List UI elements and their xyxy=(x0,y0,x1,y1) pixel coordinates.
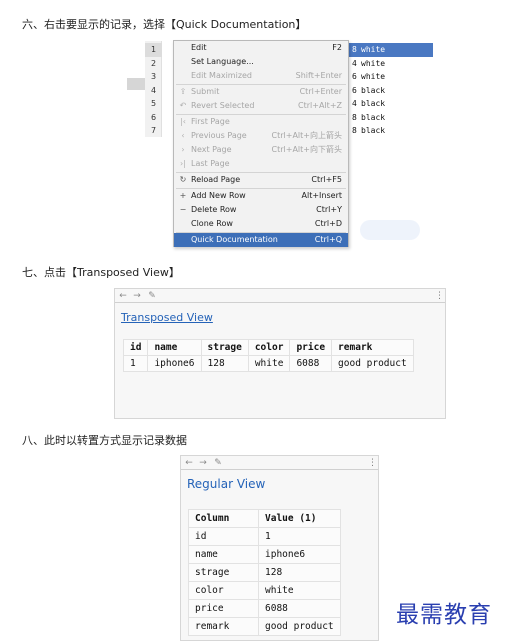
row-number: 7 xyxy=(150,126,157,135)
regular-view-link[interactable]: Regular View xyxy=(187,477,265,491)
table-row: remark good product xyxy=(188,617,341,636)
menu-item-set-language[interactable]: Set Language... xyxy=(174,55,348,69)
table-cell: color xyxy=(188,581,259,600)
more-options-icon[interactable]: ⋮ xyxy=(435,289,444,303)
row-cells[interactable]: 6 black xyxy=(349,84,433,98)
menu-item-quick-documentation[interactable]: Quick Documentation Ctrl+Q xyxy=(174,233,348,247)
table-header-row: id name strage color price remark xyxy=(122,339,414,356)
menu-item-submit[interactable]: ⇪ Submit Ctrl+Enter xyxy=(174,85,348,99)
row-cells[interactable]: 8 white xyxy=(349,43,433,57)
brand-watermark: 最需教育 xyxy=(396,602,492,628)
row-number: 3 xyxy=(150,72,157,81)
prev-page-icon: ‹ xyxy=(181,131,185,140)
table-cell: 1 xyxy=(258,527,341,546)
menu-item-clone-row[interactable]: Clone Row Ctrl+D xyxy=(174,217,348,231)
last-page-icon: ›| xyxy=(180,159,186,168)
row-cells[interactable]: 6 white xyxy=(349,70,433,84)
row-number: 2 xyxy=(150,58,157,68)
column-header: id xyxy=(122,339,149,356)
edit-icon[interactable]: ✎ xyxy=(212,456,224,470)
table-row: 1 iphone6 128 white 6088 good product xyxy=(122,355,414,372)
upload-icon: ⇪ xyxy=(179,87,187,96)
menu-item-first-page[interactable]: |‹ First Page xyxy=(174,115,348,129)
table-cell: good product xyxy=(331,355,414,372)
table-row: color white xyxy=(188,581,341,600)
next-page-icon: › xyxy=(181,145,185,154)
table-row: id 1 xyxy=(188,527,341,546)
table-cell: strage xyxy=(188,563,259,582)
minus-icon: − xyxy=(179,205,187,214)
forward-arrow-icon[interactable]: → xyxy=(197,456,209,470)
row-number: 4 xyxy=(150,85,157,95)
column-header: name xyxy=(147,339,202,356)
table-cell: good product xyxy=(258,617,341,636)
table-cell: 128 xyxy=(258,563,341,582)
column-header: remark xyxy=(331,339,414,356)
table-cell: id xyxy=(188,527,259,546)
context-menu: Edit F2 Set Language... Edit Maximized Shi… xyxy=(173,40,349,247)
cursor-highlight xyxy=(360,220,420,240)
first-page-icon: |‹ xyxy=(180,117,186,126)
menu-item-delete-row[interactable]: − Delete Row Ctrl+Y xyxy=(174,203,348,217)
table-cell: 6088 xyxy=(289,355,333,372)
forward-arrow-icon[interactable]: → xyxy=(131,289,143,303)
back-arrow-icon[interactable]: ← xyxy=(117,289,129,303)
row-number: 6 xyxy=(150,112,157,122)
menu-item-next-page[interactable]: › Next Page Ctrl+Alt+向下箭头 xyxy=(174,143,348,157)
table-row: price 6088 xyxy=(188,599,341,618)
menu-item-reload-page[interactable]: ↻ Reload Page Ctrl+F5 xyxy=(174,173,348,187)
record-table: Column Value (1) id 1 name iphone6 strag… xyxy=(188,509,341,636)
menu-item-edit-maximized[interactable]: Edit Maximized Shift+Enter xyxy=(174,69,348,83)
menu-item-edit[interactable]: Edit F2 xyxy=(174,41,348,55)
table-cell: iphone6 xyxy=(258,545,341,564)
menu-item-add-new-row[interactable]: + Add New Row Alt+Insert xyxy=(174,189,348,203)
menu-item-last-page[interactable]: ›| Last Page xyxy=(174,157,348,171)
table-cell: name xyxy=(188,545,259,564)
more-options-icon[interactable]: ⋮ xyxy=(368,456,377,470)
table-cell: white xyxy=(258,581,341,600)
table-row: name iphone6 xyxy=(188,545,341,564)
step-seven-title: 七、点击【Transposed View】 xyxy=(22,266,180,279)
reload-icon: ↻ xyxy=(179,175,187,184)
table-cell: 6088 xyxy=(258,599,341,618)
column-header: price xyxy=(289,339,333,356)
table-cell: 1 xyxy=(122,355,149,372)
table-cell: price xyxy=(188,599,259,618)
row-cells[interactable]: 8 black xyxy=(349,111,433,125)
popup-toolbar: ← → ✎ ⋮ xyxy=(181,456,378,470)
table-cell: iphone6 xyxy=(147,355,202,372)
column-header: Column xyxy=(188,509,259,528)
row-cells[interactable]: 4 white xyxy=(349,57,433,71)
column-header: color xyxy=(247,339,291,356)
documentation-popup-regular: ← → ✎ ⋮ Regular View Column Value (1) id… xyxy=(180,455,379,641)
transposed-view-link[interactable]: Transposed View xyxy=(121,311,213,324)
back-arrow-icon[interactable]: ← xyxy=(183,456,195,470)
step-eight-title: 八、此时以转置方式显示记录数据 xyxy=(22,434,187,447)
table-cell: white xyxy=(247,355,291,372)
menu-item-previous-page[interactable]: ‹ Previous Page Ctrl+Alt+向上箭头 xyxy=(174,129,348,143)
revert-icon: ↶ xyxy=(179,101,187,110)
menu-item-revert-selected[interactable]: ↶ Revert Selected Ctrl+Alt+Z xyxy=(174,99,348,113)
record-table: id name strage color price remark 1 ipho… xyxy=(122,339,414,372)
row-cells[interactable]: 4 black xyxy=(349,97,433,111)
column-header: strage xyxy=(200,339,249,356)
table-cell: 128 xyxy=(200,355,249,372)
step-six-title: 六、右击要显示的记录，选择【Quick Documentation】 xyxy=(22,18,307,31)
popup-toolbar: ← → ✎ ⋮ xyxy=(115,289,445,303)
edit-icon[interactable]: ✎ xyxy=(146,289,158,303)
table-header-row: Column Value (1) xyxy=(188,509,341,528)
column-header: Value (1) xyxy=(258,509,341,528)
plus-icon: + xyxy=(179,191,187,200)
row-number: 5 xyxy=(150,99,157,108)
table-row: strage 128 xyxy=(188,563,341,582)
side-tab xyxy=(127,78,145,90)
row-cells[interactable]: 8 black xyxy=(349,124,433,138)
table-cell: remark xyxy=(188,617,259,636)
documentation-popup-transposed: ← → ✎ ⋮ Transposed View id name strage c… xyxy=(114,288,446,419)
row-number: 1 xyxy=(145,43,162,57)
